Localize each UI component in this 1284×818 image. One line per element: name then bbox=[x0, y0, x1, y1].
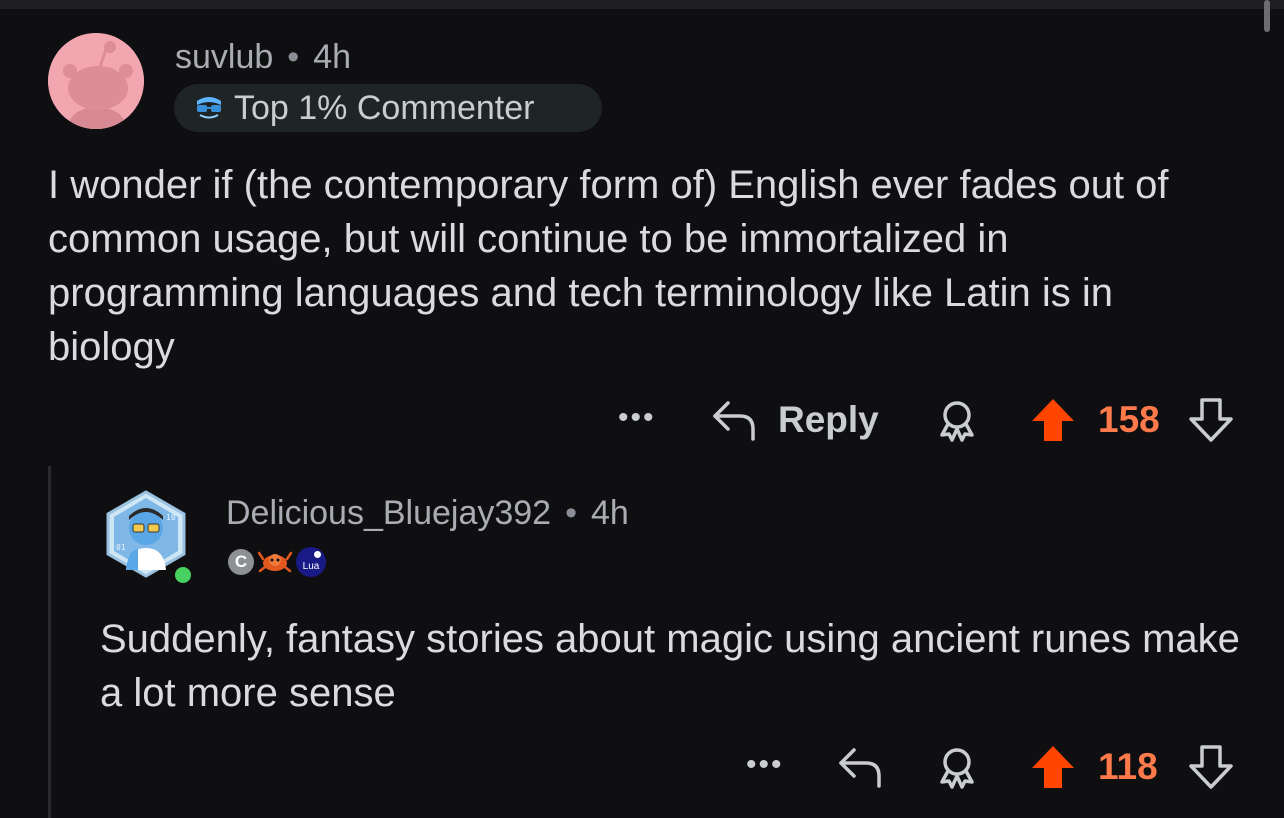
upvote-icon[interactable] bbox=[1030, 744, 1076, 795]
comment-body: I wonder if (the contemporary form of) E… bbox=[48, 163, 1169, 369]
svg-text:01: 01 bbox=[116, 543, 126, 552]
thread-line[interactable] bbox=[48, 466, 51, 818]
online-status-indicator bbox=[171, 563, 195, 587]
user-flair: Top 1% Commenter bbox=[174, 84, 602, 132]
comment-actions: ••• 118 bbox=[740, 742, 1250, 794]
more-options-button[interactable]: ••• bbox=[618, 401, 656, 435]
comment-age: 4h bbox=[313, 38, 352, 76]
reply-icon[interactable] bbox=[836, 744, 884, 795]
user-flair-badges: C Lua bbox=[228, 547, 326, 577]
award-icon[interactable] bbox=[934, 397, 980, 448]
comment-body: Suddenly, fantasy stories about magic us… bbox=[100, 617, 1240, 715]
top-edge bbox=[0, 0, 1284, 9]
rust-crab-badge bbox=[257, 547, 293, 578]
downvote-icon[interactable] bbox=[1188, 397, 1234, 448]
award-icon[interactable] bbox=[934, 744, 980, 795]
snoo-avatar[interactable] bbox=[48, 33, 144, 129]
comment-age: 4h bbox=[591, 494, 629, 532]
separator-dot: • bbox=[287, 38, 300, 76]
svg-text:10: 10 bbox=[166, 513, 176, 522]
username[interactable]: Delicious_Bluejay392 bbox=[226, 494, 551, 532]
comment-author-line: suvlub • 4h bbox=[175, 38, 351, 77]
reply-icon[interactable] bbox=[710, 397, 758, 448]
c-language-badge: C bbox=[228, 549, 254, 575]
top-commenter-icon bbox=[192, 91, 226, 126]
vote-score: 118 bbox=[1098, 746, 1158, 787]
flair-text: Top 1% Commenter bbox=[234, 88, 535, 127]
vote-score: 158 bbox=[1098, 399, 1160, 440]
more-options-button[interactable]: ••• bbox=[746, 748, 784, 782]
downvote-icon[interactable] bbox=[1188, 744, 1234, 795]
upvote-icon[interactable] bbox=[1030, 397, 1076, 448]
comment-author-line: Delicious_Bluejay392 • 4h bbox=[226, 494, 629, 533]
reply-button[interactable]: Reply bbox=[778, 399, 879, 441]
separator-dot: • bbox=[565, 494, 577, 532]
lua-badge: Lua bbox=[296, 547, 326, 577]
scrollbar[interactable] bbox=[1264, 0, 1270, 32]
comment-actions: ••• Reply 158 bbox=[610, 395, 1250, 447]
username[interactable]: suvlub bbox=[175, 38, 273, 76]
